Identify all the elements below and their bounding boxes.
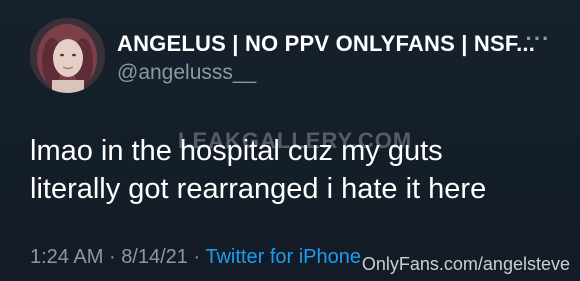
tweet-text-line: literally got rearranged i hate it here — [30, 173, 487, 205]
user-handle[interactable]: @angelusss__ — [117, 61, 256, 85]
avatar-image — [30, 18, 105, 93]
tweet-text-line: lmao in the hospital cuz my guts — [30, 135, 443, 167]
display-name[interactable]: ANGELUS | NO PPV ONLYFANS | NSF... — [117, 31, 535, 57]
separator: · — [108, 246, 116, 268]
more-dots-icon: ··· — [525, 26, 551, 51]
tweet-text: lmao in the hospital cuz my guts literal… — [30, 132, 560, 208]
tweet-card: ANGELUS | NO PPV ONLYFANS | NSF... @ange… — [0, 0, 580, 281]
avatar[interactable] — [30, 18, 105, 93]
tweet-source-link[interactable]: Twitter for iPhone — [205, 246, 361, 268]
watermark-bottom: OnlyFans.com/angelsteve — [361, 254, 570, 274]
more-options-button[interactable]: ··· — [524, 26, 552, 51]
tweet-date[interactable]: 8/14/21 — [121, 246, 188, 268]
tweet-metadata: 1:24 AM · 8/14/21 · Twitter for iPhone — [30, 246, 361, 269]
tweet-time[interactable]: 1:24 AM — [30, 246, 103, 268]
separator: · — [193, 246, 201, 268]
